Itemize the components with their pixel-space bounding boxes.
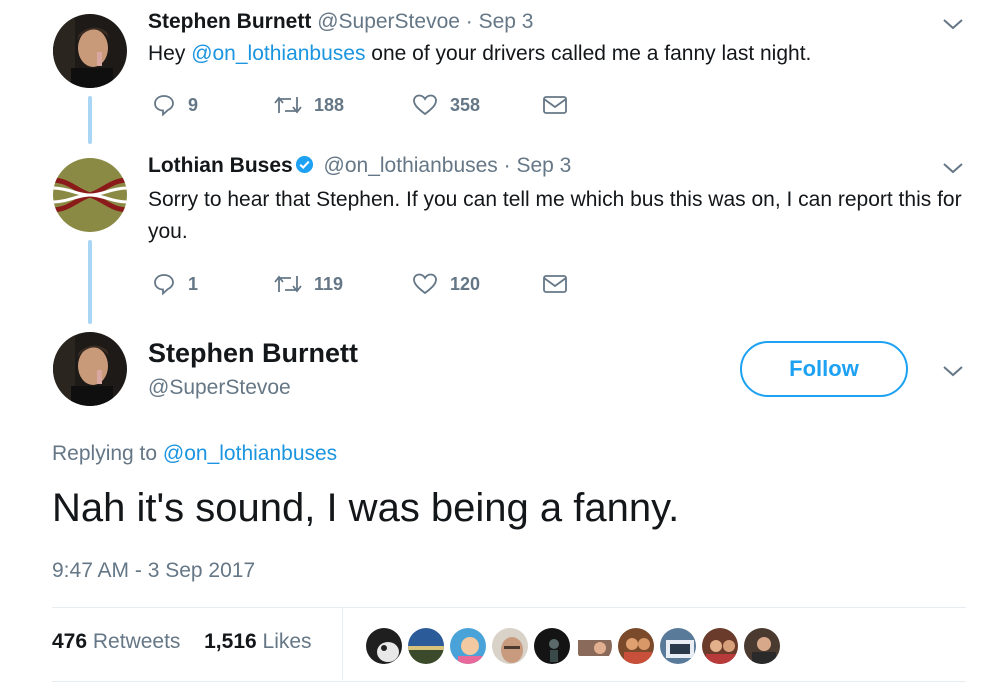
tweet-text: Hey @on_lothianbuses one of your drivers… xyxy=(148,38,978,70)
focus-author-name[interactable]: Stephen Burnett xyxy=(148,338,358,369)
likes-stat[interactable]: 1,516 Likes xyxy=(204,630,311,653)
reply-button[interactable]: 9 xyxy=(152,91,198,119)
retweets-stat[interactable]: 476 Retweets xyxy=(52,630,180,653)
reply-icon xyxy=(154,274,174,296)
avatar[interactable] xyxy=(53,332,127,406)
liker-avatar[interactable] xyxy=(490,626,530,666)
tweet-timestamp[interactable]: 9:47 AM - 3 Sep 2017 xyxy=(52,559,255,583)
mention-link[interactable]: @on_lothianbuses xyxy=(191,42,365,65)
thread-line xyxy=(88,240,92,324)
tweet-actions: 9 188 358 xyxy=(148,91,588,119)
tweet-stats: 476 Retweets 1,516 Likes xyxy=(52,630,312,654)
dm-button[interactable] xyxy=(542,91,568,119)
chevron-down-icon[interactable] xyxy=(942,364,964,378)
likes-label: Likes xyxy=(262,630,312,653)
dm-button[interactable] xyxy=(542,270,568,298)
divider xyxy=(52,681,966,682)
liker-avatar[interactable] xyxy=(406,626,446,666)
reply-icon xyxy=(154,95,174,117)
author-name[interactable]: Lothian Buses xyxy=(148,154,293,177)
author-name[interactable]: Stephen Burnett xyxy=(148,10,311,33)
like-count: 358 xyxy=(450,94,481,115)
liker-avatar[interactable] xyxy=(658,626,698,666)
like-count: 120 xyxy=(450,273,481,294)
replying-to: Replying to @on_lothianbuses xyxy=(52,442,337,466)
like-button[interactable]: 358 xyxy=(412,91,480,119)
liker-avatar[interactable] xyxy=(700,626,740,666)
retweet-button[interactable]: 188 xyxy=(274,91,344,119)
envelope-icon xyxy=(543,275,567,293)
tweet-text-before: Hey xyxy=(148,42,192,65)
tweet-header: Lothian Buses @on_lothianbuses · Sep 3 xyxy=(148,154,571,178)
reply-count: 1 xyxy=(188,273,199,294)
focus-tweet-text: Nah it's sound, I was being a fanny. xyxy=(52,486,680,530)
focus-author-handle[interactable]: @SuperStevoe xyxy=(148,376,291,400)
replying-to-label: Replying to xyxy=(52,442,158,465)
heart-icon xyxy=(413,94,437,116)
liker-avatar[interactable] xyxy=(742,626,782,666)
reply-button[interactable]: 1 xyxy=(152,270,198,298)
retweet-count: 119 xyxy=(314,273,344,294)
tweet-text: Sorry to hear that Stephen. If you can t… xyxy=(148,188,962,243)
liker-avatar[interactable] xyxy=(574,626,614,666)
author-handle[interactable]: @SuperStevoe xyxy=(317,10,460,33)
chevron-down-icon[interactable] xyxy=(942,17,964,31)
tweet-text-after: one of your drivers called me a fanny la… xyxy=(365,42,812,65)
retweet-icon xyxy=(274,275,302,293)
retweet-count: 188 xyxy=(314,94,345,115)
tweet-date[interactable]: · Sep 3 xyxy=(466,10,534,33)
author-handle[interactable]: @on_lothianbuses xyxy=(324,154,498,177)
liker-avatar[interactable] xyxy=(532,626,572,666)
tweet-header: Stephen Burnett @SuperStevoe · Sep 3 xyxy=(148,10,533,34)
retweet-icon xyxy=(274,96,302,114)
liker-avatar[interactable] xyxy=(364,626,404,666)
thread-line xyxy=(88,96,92,144)
heart-icon xyxy=(413,273,437,295)
divider xyxy=(342,608,343,680)
liker-avatar[interactable] xyxy=(448,626,488,666)
tweet-date[interactable]: · Sep 3 xyxy=(504,154,572,177)
divider xyxy=(52,607,966,608)
replying-to-handle[interactable]: @on_lothianbuses xyxy=(163,442,337,465)
avatar[interactable] xyxy=(53,14,127,88)
likes-count: 1,516 xyxy=(204,630,257,653)
retweet-button[interactable]: 119 xyxy=(274,270,343,298)
lothian-buses-logo-avatar[interactable] xyxy=(53,158,127,232)
chevron-down-icon[interactable] xyxy=(942,161,964,175)
tweet-actions: 1 119 120 xyxy=(148,270,588,298)
retweets-label: Retweets xyxy=(92,630,181,653)
retweets-count: 476 xyxy=(52,630,88,653)
reply-count: 9 xyxy=(188,94,199,115)
verified-badge-icon xyxy=(295,155,313,174)
liker-avatar[interactable] xyxy=(616,626,656,666)
follow-button[interactable]: Follow xyxy=(740,341,908,397)
like-button[interactable]: 120 xyxy=(412,270,480,298)
envelope-icon xyxy=(543,96,567,114)
